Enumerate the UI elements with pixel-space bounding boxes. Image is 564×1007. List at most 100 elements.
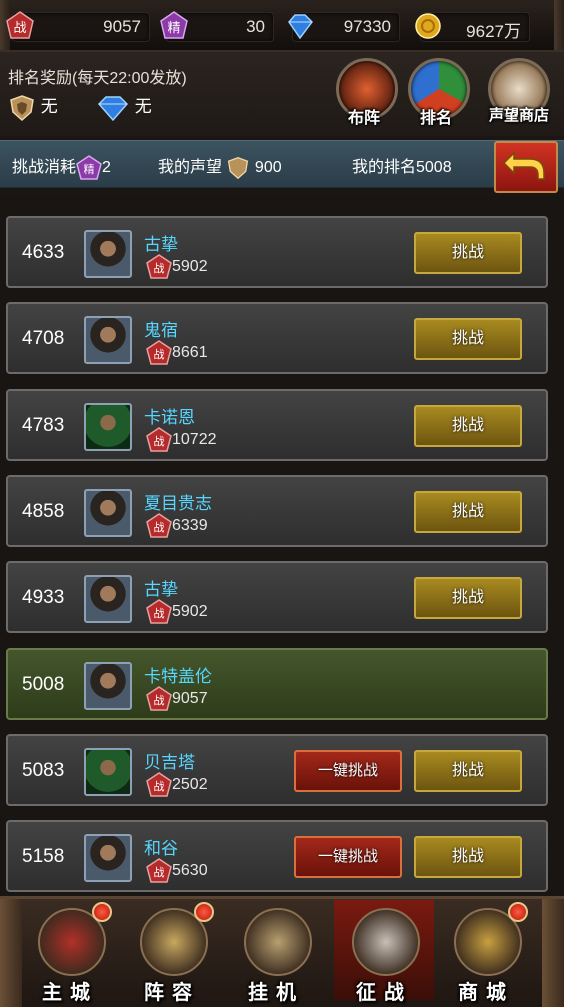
battle-power-icon: 战 <box>146 599 172 624</box>
notification-dot <box>508 902 528 922</box>
svg-text:战: 战 <box>154 521 165 534</box>
rank-number: 4933 <box>22 587 65 608</box>
player-name: 夏目贵志 <box>144 494 212 513</box>
player-avatar[interactable] <box>84 748 132 796</box>
nav-label: 挂机 <box>248 982 304 1004</box>
svg-text:战: 战 <box>154 262 165 275</box>
player-power: 2502 <box>172 776 208 793</box>
rank-number: 4783 <box>22 415 65 436</box>
challenge-cost-value: 2 <box>102 159 111 176</box>
opponent-row: 4633 古挚战 5902 挑战 <box>6 216 548 288</box>
nav-item-main-city[interactable]: 主城 <box>20 900 120 1004</box>
challenge-cost-label: 挑战消耗 <box>12 159 77 176</box>
quick-challenge-button[interactable]: 一键挑战 <box>294 750 402 792</box>
reputation-shop-label: 声望商店 <box>488 107 549 124</box>
rank-number: 5008 <box>22 674 65 695</box>
player-name: 鬼宿 <box>144 321 178 340</box>
player-avatar[interactable] <box>84 230 132 278</box>
challenge-button[interactable]: 挑战 <box>414 836 522 878</box>
challenge-button[interactable]: 挑战 <box>414 750 522 792</box>
player-power: 8661 <box>172 344 208 361</box>
player-avatar[interactable] <box>84 403 132 451</box>
player-power: 10722 <box>172 431 217 448</box>
rank-number: 4633 <box>22 242 65 263</box>
my-reputation-label: 我的声望 <box>158 159 223 176</box>
rank-reward-title: 排名奖励(每天22:00发放) <box>8 70 187 87</box>
opponent-row: 5158 和谷战 5630 一键挑战 挑战 <box>6 820 548 892</box>
gold-coin-icon <box>415 13 441 39</box>
spirit-icon: 精 <box>160 11 188 39</box>
gold-resource: 9627万 <box>415 12 530 42</box>
status-bar: 挑战消耗精 2 我的声望 900 我的排名5008 <box>0 140 564 188</box>
opponent-row: 5083 贝吉塔战 2502 一键挑战 挑战 <box>6 734 548 806</box>
my-reputation: 我的声望 900 <box>158 153 282 180</box>
gold-value: 9627万 <box>466 22 521 41</box>
diamond-icon <box>97 95 129 121</box>
nav-label: 阵容 <box>144 982 200 1004</box>
player-name: 贝吉塔 <box>144 753 195 772</box>
nav-label: 商城 <box>458 982 514 1004</box>
svg-text:精: 精 <box>167 21 180 36</box>
my-rank: 我的排名5008 <box>352 159 452 176</box>
challenge-button[interactable]: 挑战 <box>414 491 522 533</box>
nav-item-campaign[interactable]: 征战 <box>334 900 434 1004</box>
player-avatar[interactable] <box>84 662 132 710</box>
formation-button[interactable]: 布阵 <box>330 58 398 128</box>
nav-item-idle[interactable]: 挂机 <box>226 900 326 1004</box>
rank-number: 5158 <box>22 846 65 867</box>
challenge-button[interactable]: 挑战 <box>414 405 522 447</box>
player-name: 卡诺恩 <box>144 408 195 427</box>
battle-power-resource: 战 9057 <box>6 11 150 42</box>
reputation-shop-button[interactable]: 声望商店 <box>482 58 556 128</box>
player-avatar[interactable] <box>84 489 132 537</box>
nav-item-lineup[interactable]: 阵容 <box>122 900 222 1004</box>
player-name: 卡特盖伦 <box>144 667 212 686</box>
player-name: 古挚 <box>144 235 178 254</box>
campaign-icon <box>352 908 420 976</box>
player-power: 5902 <box>172 603 208 620</box>
back-arrow-icon <box>502 151 545 180</box>
rank-number: 4708 <box>22 328 65 349</box>
challenge-button[interactable]: 挑战 <box>414 577 522 619</box>
ranking-label: 排名 <box>419 110 452 127</box>
player-power: 5630 <box>172 862 208 879</box>
nav-frame-right <box>542 899 564 1007</box>
my-rank-row: 5008 卡特盖伦战 9057 <box>6 648 548 720</box>
battle-power-icon: 战 <box>6 11 34 39</box>
svg-text:战: 战 <box>154 607 165 620</box>
player-power: 6339 <box>172 517 208 534</box>
notification-dot <box>92 902 112 922</box>
svg-text:战: 战 <box>154 435 165 448</box>
battle-power-icon: 战 <box>146 254 172 279</box>
player-avatar[interactable] <box>84 316 132 364</box>
player-avatar[interactable] <box>84 834 132 882</box>
nav-label: 主城 <box>42 982 98 1004</box>
svg-text:战: 战 <box>154 780 165 793</box>
resource-bar: 战 9057 精 30 97330 9627万 <box>0 0 564 52</box>
battle-power-icon: 战 <box>146 427 172 452</box>
reputation-shield-icon <box>228 156 249 179</box>
opponent-row: 4933 古挚战 5902 挑战 <box>6 561 548 633</box>
back-button[interactable] <box>494 141 558 193</box>
svg-text:精: 精 <box>84 163 95 176</box>
rank-number: 4858 <box>22 501 65 522</box>
spirit-resource: 精 30 <box>160 11 274 42</box>
challenge-cost: 挑战消耗精 2 <box>12 153 111 181</box>
quick-challenge-button[interactable]: 一键挑战 <box>294 836 402 878</box>
challenge-button[interactable]: 挑战 <box>414 232 522 274</box>
nav-item-mall[interactable]: 商城 <box>436 900 536 1004</box>
svg-text:战: 战 <box>13 21 26 36</box>
battle-power-icon: 战 <box>146 772 172 797</box>
battle-power-icon: 战 <box>146 686 172 711</box>
reward-diamond-value: 无 <box>134 97 152 116</box>
frame-corner-right <box>554 0 564 50</box>
spirit-value: 30 <box>246 17 265 36</box>
player-avatar[interactable] <box>84 575 132 623</box>
ranking-button[interactable]: 排名 <box>402 58 470 128</box>
notification-dot <box>194 902 214 922</box>
reward-reputation: 无 <box>8 92 58 122</box>
reward-diamond: 无 <box>96 92 152 122</box>
opponent-row: 4708 鬼宿战 8661 挑战 <box>6 302 548 374</box>
challenge-button[interactable]: 挑战 <box>414 318 522 360</box>
formation-label: 布阵 <box>347 110 380 127</box>
